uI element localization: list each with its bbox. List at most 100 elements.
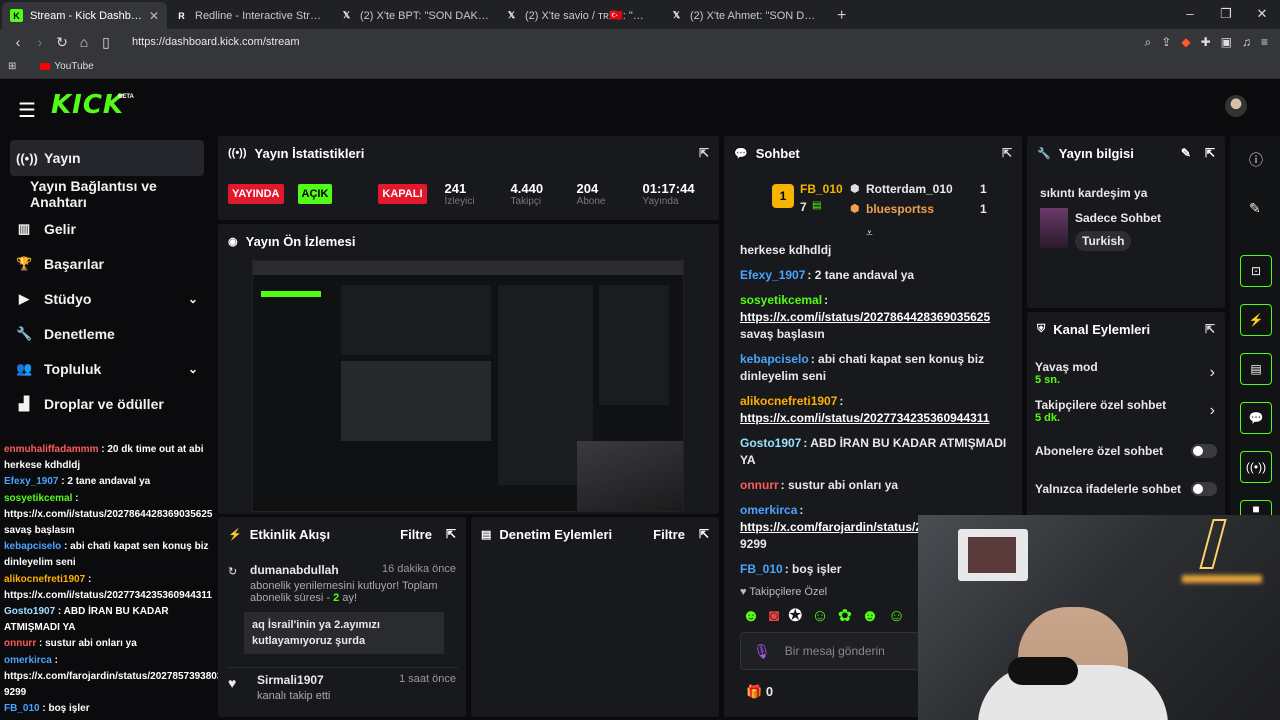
quick-action-button[interactable]: ⚡ [1240, 304, 1272, 336]
chat-username[interactable]: herkese kdhdldj [4, 460, 80, 471]
maximize-icon[interactable]: ❐ [1208, 0, 1244, 28]
back-icon[interactable]: ‹ [8, 34, 28, 50]
popout-icon[interactable]: ⇱ [1002, 146, 1012, 160]
microphone-icon[interactable]: 🎙 [753, 643, 771, 660]
avatar[interactable] [1225, 95, 1247, 117]
notes-button[interactable]: ▤ [1240, 353, 1272, 385]
emote-icon[interactable]: ☻ [742, 606, 760, 626]
sidebar-item-studyo[interactable]: ▶ Stüdyo ⌄ [0, 281, 212, 316]
sidebar-item-denetleme[interactable]: 🔧 Denetleme [0, 316, 212, 351]
chat-username[interactable]: Efexy_1907 [4, 476, 59, 487]
points-display[interactable]: 🎁 0 [746, 684, 773, 700]
chat-link[interactable]: https://x.com/i/status/20278644283690356… [740, 309, 1012, 326]
broadcast-button[interactable]: ((•)) [1240, 451, 1272, 483]
home-icon[interactable]: ⌂ [74, 34, 94, 50]
chat-username[interactable]: kebapciselo [4, 541, 61, 552]
music-icon[interactable]: ♫ [1242, 35, 1251, 50]
emote-icon[interactable]: ☺ [888, 606, 905, 626]
brave-shield-icon[interactable]: ◆ [1181, 35, 1190, 50]
chat-username[interactable]: omerkirca [4, 655, 52, 666]
apps-grid-icon[interactable]: ⊞ [8, 61, 16, 72]
chevron-right-icon[interactable]: › [1210, 402, 1215, 420]
chat-username[interactable]: kebapciselo [740, 352, 809, 366]
emote-icon[interactable]: ◙ [769, 606, 779, 626]
chat-link[interactable]: https://x.com/i/status/20277342353609443… [740, 410, 1012, 427]
chevron-down-icon[interactable]: ⌄ [188, 292, 198, 306]
subscribers-only-toggle[interactable] [1191, 444, 1217, 458]
minimize-icon[interactable]: – [1172, 0, 1208, 28]
chat-username[interactable]: sosyetikcemal [4, 493, 72, 504]
filter-button[interactable]: Filtre [400, 527, 432, 542]
chat-username[interactable]: Gosto1907 [740, 436, 801, 450]
wallet-icon[interactable]: ▣ [1221, 35, 1232, 50]
info-icon[interactable]: ⓘ [1249, 150, 1263, 170]
sidebar-item-yayin[interactable]: ((•)) Yayın [10, 140, 204, 176]
sidebar-item-gelir[interactable]: ▥ Gelir [0, 211, 212, 246]
sidebar-item-droplar[interactable]: ▟ Droplar ve ödüller [0, 386, 212, 421]
sidebar-item-basarilar[interactable]: 🏆 Başarılar [0, 246, 212, 281]
leader-name[interactable]: Rotterdam_010 [866, 182, 953, 196]
edit-icon[interactable]: ✎ [1181, 146, 1191, 160]
chat-username[interactable]: onnurr [740, 478, 779, 492]
chat-username[interactable]: dinleyelim seni [4, 557, 76, 568]
chat-username[interactable]: alikocnefreti1907 [740, 394, 837, 408]
new-tab-button[interactable]: + [827, 2, 856, 29]
emote-icon[interactable]: ✪ [788, 606, 802, 626]
extensions-icon[interactable]: ✚ [1201, 35, 1211, 50]
chat-username[interactable]: https://x.com/farojardin/status/20278573… [4, 671, 234, 682]
chat-username[interactable]: https://x.com/i/status/20277342353609443… [4, 590, 212, 601]
pencil-icon[interactable]: ✎ [1249, 200, 1261, 217]
tab-x-3[interactable]: 𝕏 (2) X'te Ahmet: "SON DAKİKA | ABD B [662, 2, 827, 29]
emote-icon[interactable]: ✿ [838, 606, 852, 626]
filter-button[interactable]: Filtre [653, 527, 685, 542]
popout-icon[interactable]: ⇱ [1205, 322, 1215, 336]
chat-username[interactable]: FB_010 [4, 703, 40, 714]
chat-settings-button[interactable]: 💬 [1240, 402, 1272, 434]
event-user[interactable]: Sirmali1907 [257, 673, 324, 687]
collapse-icon[interactable]: ⩡ [866, 226, 873, 241]
emote-only-toggle[interactable] [1191, 482, 1217, 496]
emote-icon[interactable]: ☺ [811, 606, 828, 626]
sidebar-item-topluluk[interactable]: 👥 Topluluk ⌄ [0, 351, 212, 386]
popout-icon[interactable]: ⇱ [1205, 146, 1215, 160]
stream-preview-video[interactable] [252, 260, 684, 512]
chat-username[interactable]: omerkirca [740, 503, 797, 517]
kick-logo[interactable]: KICK [51, 90, 124, 120]
reload-icon[interactable]: ↻ [52, 34, 72, 51]
followers-only-setting[interactable]: Takipçilere özel sohbet 5 dk. › [1035, 398, 1217, 424]
chevron-down-icon[interactable]: ⌄ [188, 362, 198, 376]
chat-username[interactable]: onnurr [4, 638, 36, 649]
sidebar-item-stream-key[interactable]: Yayın Bağlantısı ve Anahtarı [0, 176, 212, 211]
share-icon[interactable]: ⇪ [1161, 35, 1171, 50]
chat-username[interactable]: savaş başlasın [4, 525, 75, 536]
leader-name[interactable]: bluesportss [866, 202, 934, 216]
emote-icon[interactable]: ☻ [861, 606, 879, 626]
tab-x-2[interactable]: 𝕏 (2) X'te savio / ᴛʀ🇹🇷: "@Samedowski [497, 2, 662, 29]
chat-username[interactable]: alikocnefreti1907 [4, 574, 85, 585]
popout-icon[interactable]: ⇱ [699, 146, 709, 160]
chat-username[interactable]: 9299 [4, 687, 26, 698]
url-field[interactable]: https://dashboard.kick.com/stream [132, 36, 1145, 48]
bookmark-youtube[interactable]: YouTube [54, 61, 93, 72]
popout-icon[interactable]: ⇱ [446, 527, 456, 541]
tab-redline[interactable]: R Redline - Interactive Strategic Map [167, 2, 332, 29]
bookmark-icon[interactable]: ▯ [96, 34, 116, 51]
popout-icon[interactable]: ⇱ [699, 527, 709, 541]
window-close-icon[interactable]: ✕ [1244, 0, 1280, 28]
chevron-right-icon[interactable]: › [1210, 364, 1215, 382]
event-user[interactable]: dumanabdullah [250, 563, 339, 577]
menu-icon[interactable]: ≡ [1261, 35, 1268, 50]
tab-x-1[interactable]: 𝕏 (2) X'te BPT: "SON DAKİKA | ABD Baş [332, 2, 497, 29]
chat-username[interactable]: FB_010 [740, 562, 783, 576]
screenshot-button[interactable]: ⊡ [1240, 255, 1272, 287]
slow-mode-setting[interactable]: Yavaş mod 5 sn. › [1035, 360, 1217, 386]
chat-username[interactable]: https://x.com/i/status/20278644283690356… [4, 509, 212, 520]
forward-icon[interactable]: › [30, 34, 50, 50]
chat-username[interactable]: sosyetikcemal [740, 293, 822, 307]
chat-username[interactable]: Efexy_1907 [740, 268, 805, 282]
close-icon[interactable]: ✕ [149, 9, 159, 23]
video-button[interactable]: ■ [1240, 500, 1272, 516]
category-name[interactable]: Sadece Sohbet [1075, 211, 1161, 225]
zoom-icon[interactable]: ⌕ [1145, 35, 1152, 50]
leader-name[interactable]: FB_010 [800, 182, 843, 196]
